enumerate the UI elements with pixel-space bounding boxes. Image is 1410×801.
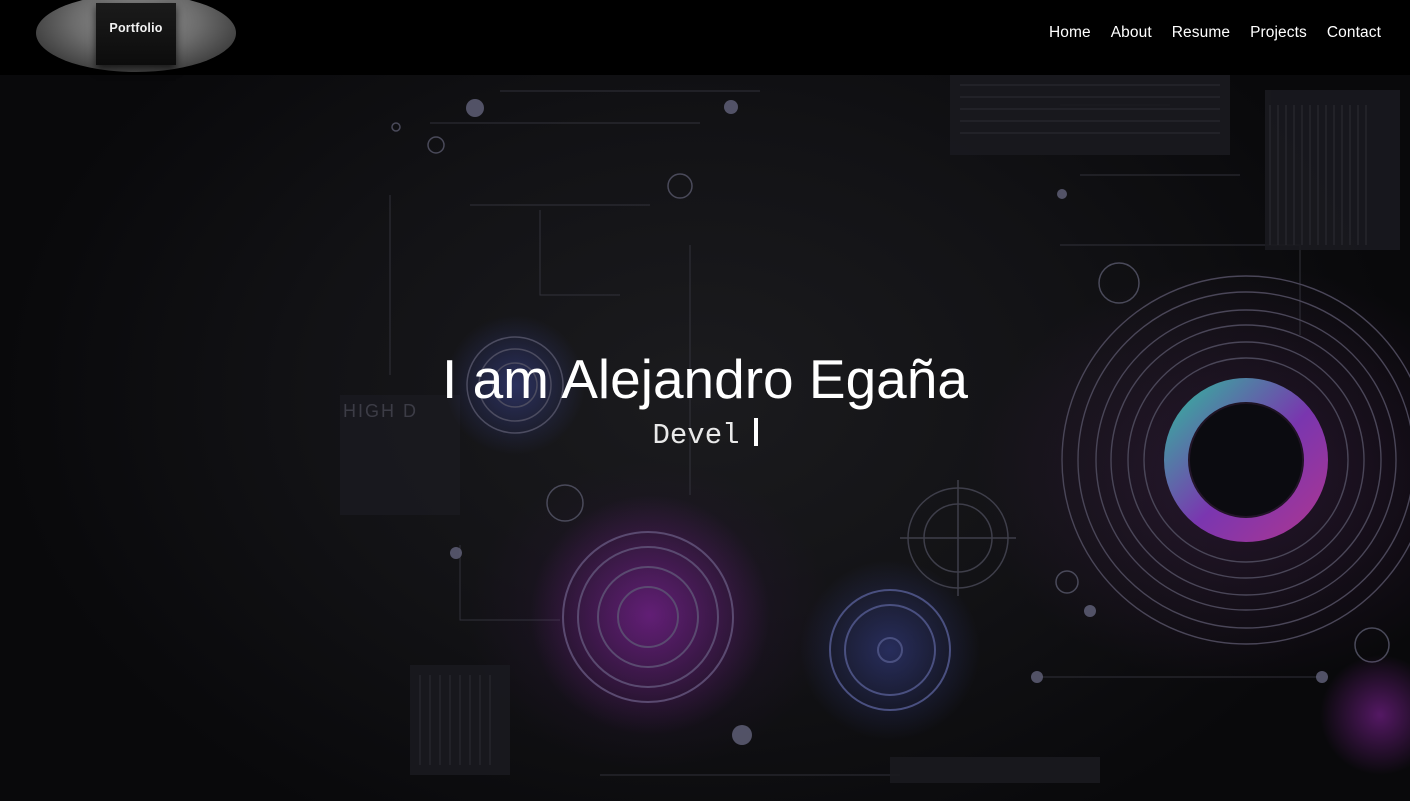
typing-text: Devel (652, 419, 740, 452)
hero-section: HIGH D I am Alejandro Egaña Devel (0, 75, 1410, 801)
top-navbar: Portfolio Home About Resume Projects Con… (0, 0, 1410, 75)
nav-home-link[interactable]: Home (1049, 24, 1091, 42)
typing-subtitle: Devel (0, 418, 1410, 452)
nav-contact-link[interactable]: Contact (1327, 24, 1381, 42)
nav-projects-link[interactable]: Projects (1250, 24, 1307, 42)
hero-title: I am Alejandro Egaña (442, 348, 968, 410)
nav-about-link[interactable]: About (1111, 24, 1152, 42)
typing-cursor (753, 418, 758, 447)
main-nav: Home About Resume Projects Contact (1049, 24, 1381, 42)
logo-text[interactable]: Portfolio (96, 21, 176, 35)
nav-resume-link[interactable]: Resume (1172, 24, 1230, 42)
